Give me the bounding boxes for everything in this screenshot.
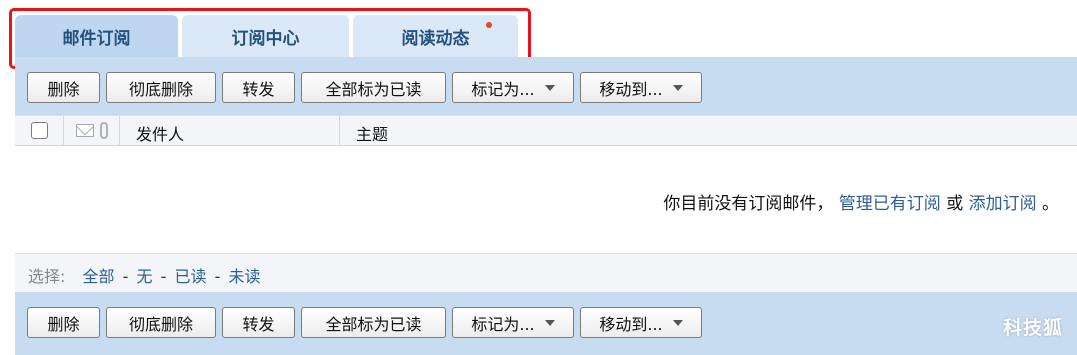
purge-button[interactable]: 彻底删除 (106, 307, 216, 338)
forward-button[interactable]: 转发 (222, 307, 295, 338)
select-label: 选择: (28, 267, 66, 286)
mark-as-dropdown[interactable]: 标记为... (452, 307, 574, 338)
column-divider (119, 116, 120, 145)
delete-button[interactable]: 删除 (27, 307, 100, 338)
purge-label: 彻底删除 (128, 314, 193, 334)
mark-as-label: 标记为... (471, 314, 535, 334)
mark-as-label: 标记为... (471, 79, 535, 99)
mark-all-read-label: 全部标为已读 (325, 314, 422, 334)
or-text: 或 (946, 194, 964, 214)
tab-bar: 邮件订阅 订阅中心 阅读动态 (15, 15, 522, 57)
sender-column-header[interactable]: 发件人 (136, 121, 184, 145)
forward-label: 转发 (242, 79, 275, 99)
empty-message-text: 你目前没有订阅邮件， (663, 194, 834, 214)
select-all-checkbox[interactable] (31, 122, 48, 139)
chevron-down-icon (672, 319, 683, 326)
period-text: 。 (1042, 194, 1059, 214)
forward-label: 转发 (242, 314, 275, 334)
empty-list-area: 你目前没有订阅邮件， 管理已有订阅 或 添加订阅 。 (15, 146, 1077, 253)
move-to-dropdown[interactable]: 移动到... (580, 72, 702, 103)
purge-label: 彻底删除 (128, 79, 193, 99)
list-header: 发件人 主题 (15, 115, 1077, 146)
move-to-label: 移动到... (599, 79, 663, 99)
purge-button[interactable]: 彻底删除 (106, 72, 216, 103)
select-read-link[interactable]: 已读 (174, 267, 206, 286)
toolbar-top: 删除 彻底删除 转发 全部标为已读 标记为... 移动到... (15, 57, 1077, 115)
mail-icon (76, 124, 94, 137)
move-to-label: 移动到... (599, 314, 663, 334)
separator: - (122, 267, 129, 286)
delete-label: 删除 (47, 79, 80, 99)
delete-label: 删除 (47, 314, 80, 334)
notification-dot-icon (486, 22, 492, 28)
tab-label: 订阅中心 (231, 28, 300, 49)
mark-all-read-button[interactable]: 全部标为已读 (301, 307, 446, 338)
tab-label: 邮件订阅 (62, 28, 131, 49)
add-subscription-link[interactable]: 添加订阅 (969, 194, 1037, 214)
manage-subscriptions-link[interactable]: 管理已有订阅 (839, 194, 941, 214)
separator: - (160, 267, 167, 286)
mail-subscription-page: 邮件订阅 订阅中心 阅读动态 删除 彻底删除 转发 全部标为已读 标记为... … (0, 0, 1077, 355)
watermark: 科技狐 (1002, 317, 1063, 339)
selection-row: 选择: 全部 - 无 - 已读 - 未读 (15, 253, 1077, 292)
mark-all-read-button[interactable]: 全部标为已读 (301, 72, 446, 103)
toolbar-bottom: 删除 彻底删除 转发 全部标为已读 标记为... 移动到... (15, 292, 1077, 355)
chevron-down-icon (672, 84, 683, 91)
mark-all-read-label: 全部标为已读 (325, 79, 422, 99)
tab-reading-activity[interactable]: 阅读动态 (353, 15, 518, 57)
chevron-down-icon (544, 319, 555, 326)
separator: - (214, 267, 221, 286)
tab-subscription-center[interactable]: 订阅中心 (182, 15, 349, 57)
select-all-link[interactable]: 全部 (83, 267, 115, 286)
empty-message: 你目前没有订阅邮件， 管理已有订阅 或 添加订阅 。 (663, 189, 1059, 214)
column-divider (63, 116, 64, 145)
move-to-dropdown[interactable]: 移动到... (580, 307, 702, 338)
chevron-down-icon (544, 84, 555, 91)
select-none-link[interactable]: 无 (136, 267, 152, 286)
column-divider (339, 116, 340, 145)
attachment-icon (100, 122, 108, 139)
tab-label: 阅读动态 (401, 28, 470, 49)
select-unread-link[interactable]: 未读 (228, 267, 260, 286)
subject-column-header[interactable]: 主题 (356, 121, 388, 145)
mark-as-dropdown[interactable]: 标记为... (452, 72, 574, 103)
tab-mail-subscription[interactable]: 邮件订阅 (15, 15, 178, 57)
forward-button[interactable]: 转发 (222, 72, 295, 103)
delete-button[interactable]: 删除 (27, 72, 100, 103)
